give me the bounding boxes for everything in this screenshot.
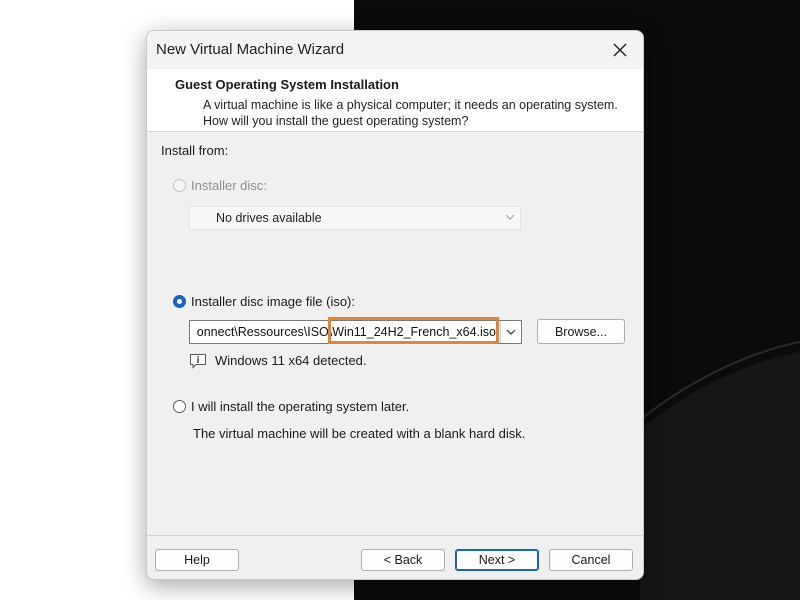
help-button[interactable]: Help xyxy=(155,549,239,571)
chevron-down-icon xyxy=(506,329,516,335)
next-button[interactable]: Next > xyxy=(455,549,539,571)
browse-button[interactable]: Browse... xyxy=(537,319,625,344)
radio-iso-file[interactable] xyxy=(173,295,186,308)
iso-path-text: onnect\Ressources\ISO\Win11_24H2_French_… xyxy=(196,325,496,339)
iso-dropdown-button[interactable] xyxy=(500,321,521,343)
iso-file-label: Installer disc image file (iso): xyxy=(191,294,355,309)
install-later-label: I will install the operating system late… xyxy=(191,399,410,414)
wizard-dialog: New Virtual Machine Wizard Guest Operati… xyxy=(146,30,644,580)
close-icon xyxy=(613,43,627,57)
close-button[interactable] xyxy=(605,35,635,65)
header-description: A virtual machine is like a physical com… xyxy=(203,98,618,128)
iso-path-input[interactable]: onnect\Ressources\ISO\Win11_24H2_French_… xyxy=(190,325,496,339)
disc-drive-value: No drives available xyxy=(216,211,322,225)
iso-path-combobox[interactable]: onnect\Ressources\ISO\Win11_24H2_French_… xyxy=(189,320,522,344)
info-icon xyxy=(190,354,206,369)
title-bar[interactable]: New Virtual Machine Wizard xyxy=(147,31,643,69)
footer-separator xyxy=(147,535,643,536)
cancel-button[interactable]: Cancel xyxy=(549,549,633,571)
install-from-label: Install from: xyxy=(161,143,229,158)
detected-message: Windows 11 x64 detected. xyxy=(215,353,367,368)
installer-disc-label: Installer disc: xyxy=(191,178,267,193)
chevron-down-icon xyxy=(504,211,516,226)
radio-install-later[interactable] xyxy=(173,400,186,413)
header-title: Guest Operating System Installation xyxy=(175,77,399,92)
window-title: New Virtual Machine Wizard xyxy=(156,41,345,58)
disc-drive-select[interactable]: No drives available xyxy=(189,206,521,230)
wizard-header: Guest Operating System Installation A vi… xyxy=(147,69,643,132)
install-later-note: The virtual machine will be created with… xyxy=(193,426,526,441)
back-button[interactable]: < Back xyxy=(361,549,445,571)
radio-installer-disc[interactable] xyxy=(173,179,186,192)
